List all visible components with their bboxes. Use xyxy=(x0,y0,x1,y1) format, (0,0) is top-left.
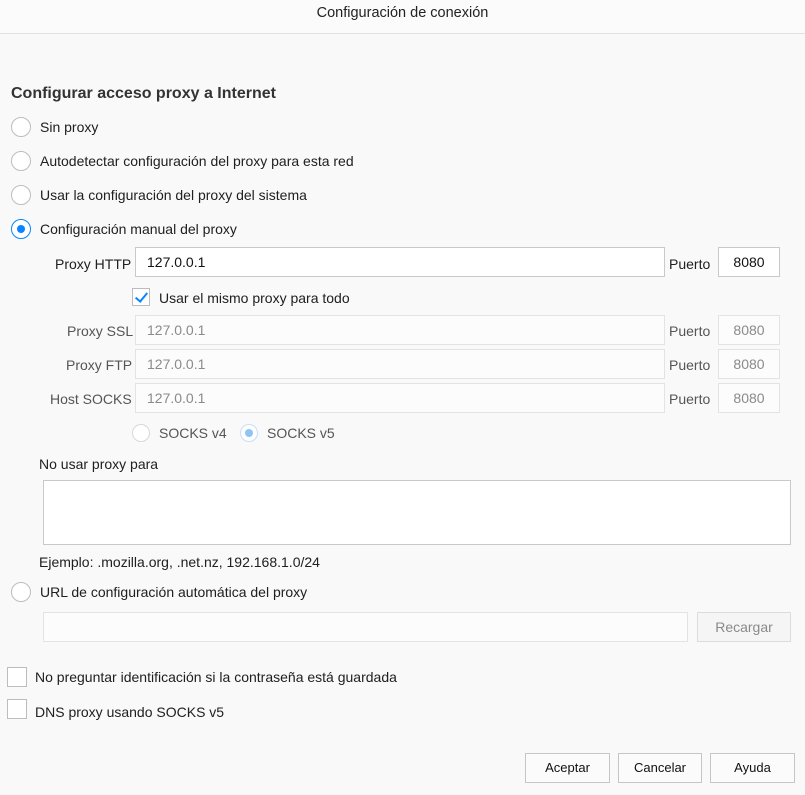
ssl-proxy-input[interactable]: 127.0.0.1 xyxy=(135,315,665,345)
ssl-port-label: Puerto xyxy=(669,323,711,339)
radio-pac-url-label[interactable]: URL de configuración automática del prox… xyxy=(40,584,307,600)
proxy-section-heading: Configurar acceso proxy a Internet xyxy=(11,85,276,102)
accept-button[interactable]: Aceptar xyxy=(525,753,610,783)
socks-v5-label[interactable]: SOCKS v5 xyxy=(267,425,335,441)
radio-pac-url[interactable] xyxy=(11,582,31,602)
ftp-proxy-label: Proxy FTP xyxy=(66,357,133,373)
no-prompt-auth-label[interactable]: No preguntar identificación si la contra… xyxy=(35,669,397,685)
radio-autodetect-label[interactable]: Autodetectar configuración del proxy par… xyxy=(40,153,354,169)
socks-port-label: Puerto xyxy=(669,391,711,407)
ftp-proxy-input[interactable]: 127.0.0.1 xyxy=(135,349,665,379)
no-prompt-auth-checkbox[interactable] xyxy=(7,667,27,687)
radio-system-proxy[interactable] xyxy=(11,185,31,205)
ssl-port-input[interactable]: 8080 xyxy=(718,315,780,345)
radio-manual-proxy-label[interactable]: Configuración manual del proxy xyxy=(40,221,237,237)
socks-port-input[interactable]: 8080 xyxy=(718,383,780,413)
socks-host-label: Host SOCKS xyxy=(50,391,132,407)
window-title: Configuración de conexión xyxy=(0,0,805,34)
radio-manual-proxy[interactable] xyxy=(11,219,31,239)
radio-socks-v4[interactable] xyxy=(132,424,150,442)
ftp-port-input[interactable]: 8080 xyxy=(718,349,780,379)
http-port-label: Puerto xyxy=(669,256,711,272)
no-proxy-for-textarea[interactable] xyxy=(43,480,791,545)
no-proxy-for-label: No usar proxy para xyxy=(39,456,159,472)
ssl-proxy-label: Proxy SSL xyxy=(67,323,134,339)
dns-socks-checkbox[interactable] xyxy=(7,699,27,719)
no-proxy-example: Ejemplo: .mozilla.org, .net.nz, 192.168.… xyxy=(39,554,320,570)
same-proxy-checkbox[interactable] xyxy=(132,288,150,306)
http-proxy-label: Proxy HTTP xyxy=(55,256,132,272)
http-port-input[interactable]: 8080 xyxy=(718,247,780,277)
radio-no-proxy-label[interactable]: Sin proxy xyxy=(40,119,98,135)
radio-system-proxy-label[interactable]: Usar la configuración del proxy del sist… xyxy=(40,187,307,203)
help-button[interactable]: Ayuda xyxy=(710,753,795,783)
radio-socks-v5[interactable] xyxy=(240,424,258,442)
radio-no-proxy[interactable] xyxy=(11,117,31,137)
dns-socks-label[interactable]: DNS proxy usando SOCKS v5 xyxy=(35,704,224,720)
socks-v4-label[interactable]: SOCKS v4 xyxy=(159,425,227,441)
reload-button[interactable]: Recargar xyxy=(697,612,791,642)
cancel-button[interactable]: Cancelar xyxy=(618,753,702,783)
ftp-port-label: Puerto xyxy=(669,357,711,373)
socks-host-input[interactable]: 127.0.0.1 xyxy=(135,383,665,413)
radio-autodetect[interactable] xyxy=(11,151,31,171)
http-proxy-input[interactable]: 127.0.0.1 xyxy=(135,247,665,277)
same-proxy-label[interactable]: Usar el mismo proxy para todo xyxy=(159,290,350,306)
pac-url-input[interactable] xyxy=(43,612,688,642)
